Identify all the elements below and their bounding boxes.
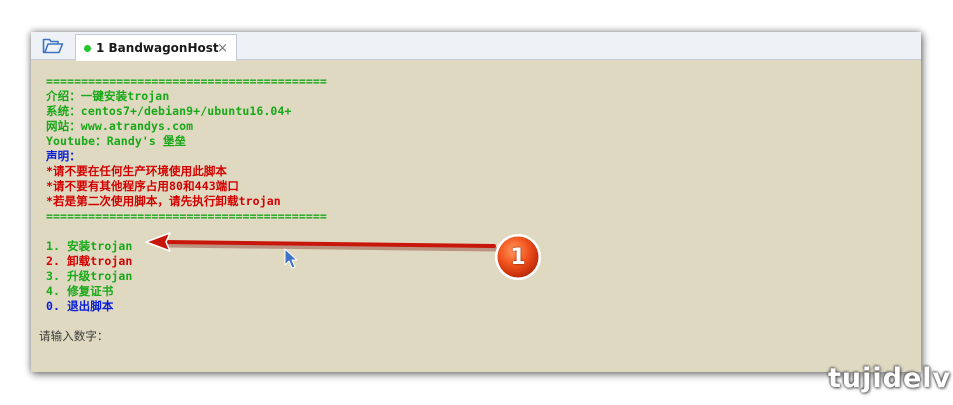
open-folder-icon bbox=[42, 38, 64, 54]
notice-line-3: *若是第二次使用脚本，请先执行卸载trojan bbox=[46, 194, 281, 208]
notice-line-2: *请不要有其他程序占用80和443端口 bbox=[46, 179, 239, 193]
tab-close-icon[interactable]: × bbox=[217, 41, 228, 56]
open-folder-button[interactable] bbox=[39, 35, 67, 57]
step-number-label: 1 bbox=[510, 244, 526, 270]
menu-item-uninstall: 2. 卸载trojan bbox=[46, 254, 133, 268]
separator-top: ======================================== bbox=[46, 74, 327, 88]
website-line: 网站：www.atrandys.com bbox=[46, 119, 194, 133]
menu-item-upgrade: 3. 升级trojan bbox=[46, 269, 133, 283]
notice-line-1: *请不要在任何生产环境使用此脚本 bbox=[46, 164, 228, 178]
intro-line: 介绍：一键安装trojan bbox=[46, 89, 170, 103]
tab-title: 1 BandwagonHost bbox=[96, 41, 219, 55]
terminal-window: 1 BandwagonHost × ======================… bbox=[31, 32, 921, 372]
menu-item-repair-cert: 4. 修复证书 bbox=[46, 284, 114, 298]
notice-title: 声明： bbox=[46, 149, 81, 163]
tab-bandwagonhost[interactable]: 1 BandwagonHost × bbox=[75, 34, 237, 61]
youtube-line: Youtube：Randy's 堡垒 bbox=[46, 134, 187, 148]
connection-status-dot bbox=[84, 44, 91, 52]
menu-item-exit: 0. 退出脚本 bbox=[46, 299, 114, 313]
input-prompt: 请输入数字： bbox=[39, 329, 109, 343]
system-line: 系统：centos7+/debian9+/ubuntu16.04+ bbox=[46, 104, 292, 118]
watermark: tujidelv bbox=[828, 363, 952, 394]
separator-bottom: ======================================== bbox=[46, 209, 327, 223]
terminal-output[interactable]: ========================================… bbox=[31, 61, 921, 372]
tab-bar: 1 BandwagonHost × bbox=[31, 32, 921, 61]
menu-item-install: 1. 安装trojan bbox=[46, 239, 133, 253]
